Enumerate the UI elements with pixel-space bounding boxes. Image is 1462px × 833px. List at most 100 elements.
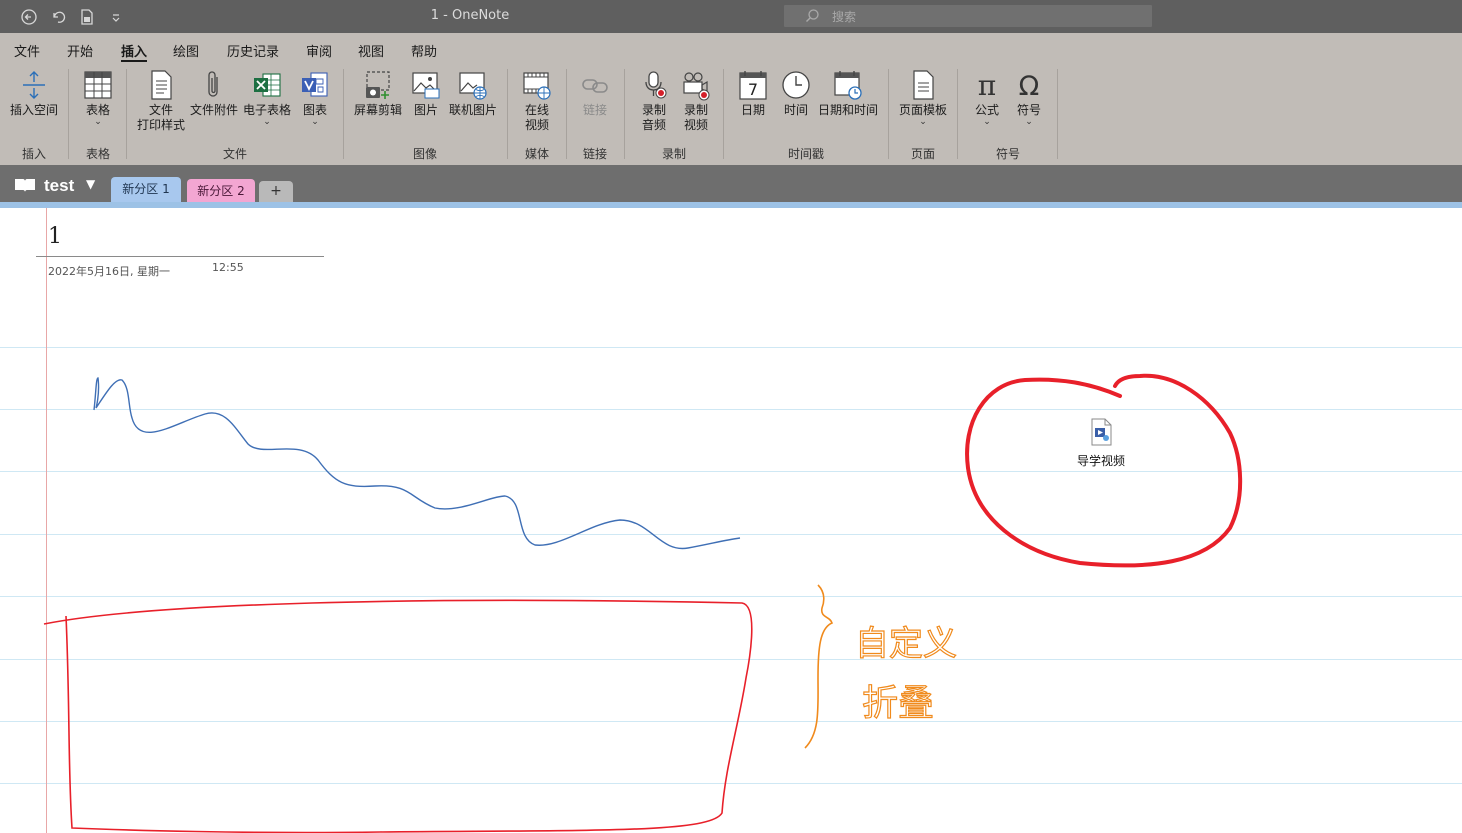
- tab-file[interactable]: 文件: [14, 41, 40, 60]
- tab-history[interactable]: 历史记录: [227, 41, 279, 60]
- group-label-images: 图像: [412, 147, 437, 161]
- search-placeholder: 搜索: [832, 10, 857, 24]
- tab-help[interactable]: 帮助: [411, 41, 437, 60]
- page-templates-button[interactable]: 页面模板 ⌄: [896, 69, 950, 127]
- excel-icon: [254, 73, 281, 97]
- search-box[interactable]: 搜索: [784, 5, 1152, 27]
- tab-view[interactable]: 视图: [358, 41, 384, 60]
- equation-button[interactable]: π 公式 ⌄: [966, 69, 1008, 127]
- file-printout-button[interactable]: 文件 打印样式: [134, 69, 188, 133]
- add-section-button[interactable]: +: [259, 181, 293, 202]
- omega-icon: Ω: [1019, 71, 1040, 101]
- ribbon: 插入空间 插入 表格 ⌄ 表格 文件 打印样式 文件附件 电子表格 ⌄ 图表 ⌄…: [0, 63, 1462, 165]
- red-ink-circle: [965, 373, 1243, 568]
- group-divider: [343, 69, 344, 159]
- group-divider: [507, 69, 508, 159]
- group-divider: [126, 69, 127, 159]
- spreadsheet-button[interactable]: 电子表格 ⌄: [242, 69, 292, 127]
- tab-insert[interactable]: 插入: [121, 41, 147, 60]
- file-attachment-button[interactable]: 文件附件: [189, 69, 239, 118]
- group-label-timestamp: 时间戳: [787, 147, 824, 161]
- chevron-down-icon: ⌄: [263, 117, 271, 127]
- caret-down-icon[interactable]: ▼: [86, 177, 95, 191]
- online-video-button[interactable]: 在线 视频: [516, 69, 558, 133]
- tab-draw[interactable]: 绘图: [173, 41, 199, 60]
- svg-text:π: π: [978, 69, 996, 101]
- calendar-icon: 7: [739, 71, 767, 100]
- red-ink-rectangle: [43, 599, 753, 833]
- pi-icon: π: [978, 69, 996, 101]
- attachment-label: 导学视频: [1076, 454, 1125, 468]
- group-divider: [566, 69, 567, 159]
- time-button[interactable]: 时间: [776, 69, 816, 118]
- blue-ink-stroke: [93, 377, 741, 550]
- group-divider: [68, 69, 69, 159]
- group-divider: [723, 69, 724, 159]
- picture-button[interactable]: 图片: [408, 69, 444, 118]
- section-tab-2[interactable]: 新分区 2: [187, 179, 255, 202]
- orange-ink-brace: [804, 584, 833, 749]
- table-button[interactable]: 表格 ⌄: [76, 69, 120, 127]
- calendar-clock-icon: [834, 71, 862, 100]
- svg-text:Ω: Ω: [1019, 71, 1040, 101]
- svg-text:7: 7: [748, 80, 758, 99]
- video-attachment[interactable]: 导学视频: [1070, 418, 1132, 469]
- video-file-icon: [1091, 418, 1112, 446]
- group-divider: [957, 69, 958, 159]
- symbol-button[interactable]: Ω 符号 ⌄: [1008, 69, 1050, 127]
- online-video-icon: [523, 72, 551, 100]
- date-time-button[interactable]: 日期和时间: [818, 69, 878, 118]
- chevron-down-icon: ⌄: [983, 117, 991, 127]
- menu-bar: 文件 开始 插入 绘图 历史记录 审阅 视图 帮助: [0, 33, 1462, 63]
- chevron-down-icon: ⌄: [919, 117, 927, 127]
- chevron-down-icon: ⌄: [94, 117, 102, 127]
- group-label-files: 文件: [222, 147, 247, 161]
- group-label-symbols: 符号: [995, 147, 1020, 161]
- group-divider: [1057, 69, 1058, 159]
- group-label-links: 链接: [582, 147, 607, 161]
- table-icon: [84, 71, 112, 99]
- visio-diagram-icon: [302, 72, 328, 97]
- tab-review[interactable]: 审阅: [306, 41, 332, 60]
- record-video-button[interactable]: 录制 视频: [676, 69, 716, 133]
- link-icon: [582, 79, 608, 93]
- section-bar: test ▼ 新分区 1 新分区 2 +: [0, 165, 1462, 202]
- notebook-icon[interactable]: [14, 177, 36, 193]
- chart-button[interactable]: 图表 ⌄: [298, 69, 332, 127]
- notebook-name[interactable]: test: [44, 176, 74, 196]
- link-button[interactable]: 链接: [574, 69, 616, 118]
- microphone-icon: [645, 71, 667, 99]
- search-icon: [806, 9, 819, 22]
- active-tab-indicator: [121, 60, 147, 62]
- group-label-tables: 表格: [85, 147, 110, 161]
- paperclip-icon: [208, 71, 218, 97]
- group-divider: [888, 69, 889, 159]
- group-label-pages: 页面: [910, 147, 935, 161]
- group-label-media: 媒体: [524, 147, 549, 161]
- ink-layer: 自定义 折叠: [43, 373, 1243, 833]
- file-printout-icon: [151, 70, 172, 100]
- screen-clipping-icon: [366, 71, 390, 99]
- section-tab-1[interactable]: 新分区 1: [111, 177, 181, 202]
- record-audio-button[interactable]: 录制 音频: [634, 69, 674, 133]
- group-label-recording: 录制: [661, 147, 686, 161]
- picture-icon: [412, 72, 440, 99]
- insert-space-icon: [23, 71, 45, 99]
- online-picture-button[interactable]: 联机图片: [448, 69, 498, 118]
- chevron-down-icon: ⌄: [1025, 117, 1033, 127]
- handwriting-line-1: 自定义: [855, 624, 957, 664]
- handwriting-line-2: 折叠: [862, 683, 934, 724]
- video-camera-icon: [683, 72, 710, 101]
- title-bar: 1 - OneNote 搜索: [0, 0, 1462, 33]
- page-template-icon: [913, 70, 934, 100]
- date-button[interactable]: 7 日期: [733, 69, 773, 118]
- page-canvas[interactable]: 1 2022年5月16日, 星期一 12:55 自定义 折叠 导学视频: [0, 208, 1462, 833]
- online-picture-icon: [459, 72, 487, 100]
- group-divider: [624, 69, 625, 159]
- tab-home[interactable]: 开始: [67, 41, 93, 60]
- group-label-insert: 插入: [21, 147, 46, 161]
- clock-icon: [782, 71, 810, 99]
- insert-space-button[interactable]: 插入空间: [6, 69, 62, 118]
- chevron-down-icon: ⌄: [311, 117, 319, 127]
- screen-clipping-button[interactable]: 屏幕剪辑: [352, 69, 404, 118]
